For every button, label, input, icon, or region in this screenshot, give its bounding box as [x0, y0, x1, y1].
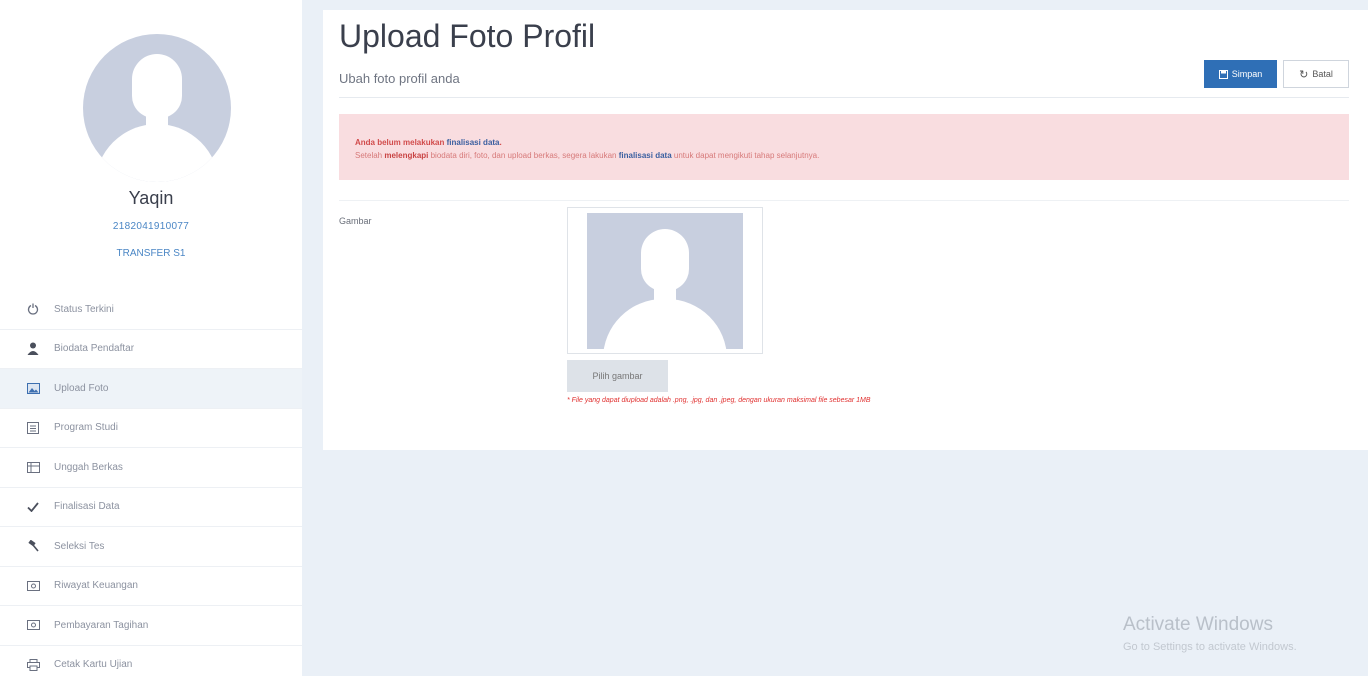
finalisasi-link[interactable]: finalisasi data — [447, 138, 500, 147]
picture-icon — [26, 381, 40, 395]
alert-line-1: Anda belum melakukan finalisasi data. — [355, 138, 502, 147]
avatar — [83, 34, 231, 182]
activate-windows-title: Activate Windows — [1123, 614, 1273, 635]
sidebar-menu: Status Terkini Biodata Pendaftar Upload … — [0, 290, 302, 676]
sidebar-item-label: Unggah Berkas — [54, 461, 123, 473]
gavel-icon — [26, 539, 40, 553]
sidebar-item-riwayat-keuangan[interactable]: Riwayat Keuangan — [0, 567, 302, 606]
finalisasi-link-2[interactable]: finalisasi data — [619, 151, 672, 160]
check-icon — [26, 500, 40, 514]
sidebar: Yaqin 2182041910077 TRANSFER S1 Status T… — [0, 0, 302, 676]
user-icon — [26, 342, 40, 356]
sidebar-item-status[interactable]: Status Terkini — [0, 290, 302, 330]
profile-id: 2182041910077 — [112, 221, 190, 232]
sidebar-item-label: Cetak Kartu Ujian — [54, 659, 133, 671]
sidebar-item-cetak-kartu[interactable]: Cetak Kartu Ujian — [0, 646, 302, 676]
divider — [339, 97, 1349, 98]
sidebar-item-unggah-berkas[interactable]: Unggah Berkas — [0, 448, 302, 488]
profile-path: TRANSFER S1 — [116, 248, 186, 259]
sidebar-item-biodata[interactable]: Biodata Pendaftar — [0, 330, 302, 369]
sidebar-item-label: Upload Foto — [54, 382, 109, 394]
print-icon — [26, 658, 40, 672]
alert-line-2: Setelah melengkapi biodata diri, foto, d… — [355, 151, 820, 160]
sidebar-item-seleksi[interactable]: Seleksi Tes — [0, 527, 302, 567]
page-title: Upload Foto Profil — [339, 18, 596, 54]
sidebar-item-upload-foto[interactable]: Upload Foto — [0, 369, 302, 409]
divider — [339, 200, 1349, 201]
activate-windows-subtitle: Go to Settings to activate Windows. — [1123, 641, 1297, 653]
bill-icon — [26, 618, 40, 632]
refresh-icon: ↻ — [1299, 68, 1309, 81]
page-subtitle: Ubah foto profil anda — [339, 71, 460, 86]
files-icon — [26, 460, 40, 474]
sidebar-item-label: Biodata Pendaftar — [54, 343, 135, 355]
profile-card: Yaqin 2182041910077 TRANSFER S1 — [0, 0, 302, 290]
sidebar-item-label: Seleksi Tes — [54, 540, 105, 552]
save-icon — [1218, 69, 1228, 79]
sidebar-item-pembayaran[interactable]: Pembayaran Tagihan — [0, 606, 302, 646]
cancel-label: Batal — [1312, 69, 1333, 79]
profile-name: Yaqin — [128, 188, 174, 208]
save-label: Simpan — [1231, 69, 1263, 79]
alert-box: Anda belum melakukan finalisasi data. Se… — [339, 114, 1349, 180]
image-preview — [567, 207, 763, 354]
save-button[interactable]: Simpan — [1204, 60, 1277, 88]
power-icon — [26, 302, 40, 316]
sidebar-item-label: Status Terkini — [54, 303, 114, 315]
sidebar-item-program-studi[interactable]: Program Studi — [0, 409, 302, 448]
cancel-button[interactable]: ↻ Batal — [1283, 60, 1349, 88]
image-field-label: Gambar — [339, 216, 372, 226]
sidebar-item-finalisasi[interactable]: Finalisasi Data — [0, 488, 302, 527]
main-panel: Upload Foto Profil Ubah foto profil anda… — [323, 10, 1368, 450]
sidebar-item-label: Finalisasi Data — [54, 501, 120, 513]
upload-hint: * File yang dapat diupload adalah .png, … — [567, 397, 871, 404]
placeholder-avatar-icon — [587, 213, 743, 349]
sidebar-item-label: Riwayat Keuangan — [54, 580, 138, 592]
choose-image-button[interactable]: Pilih gambar — [567, 360, 668, 392]
book-icon — [26, 421, 40, 435]
money-icon — [26, 579, 40, 593]
sidebar-item-label: Program Studi — [54, 422, 118, 434]
sidebar-item-label: Pembayaran Tagihan — [54, 619, 149, 631]
